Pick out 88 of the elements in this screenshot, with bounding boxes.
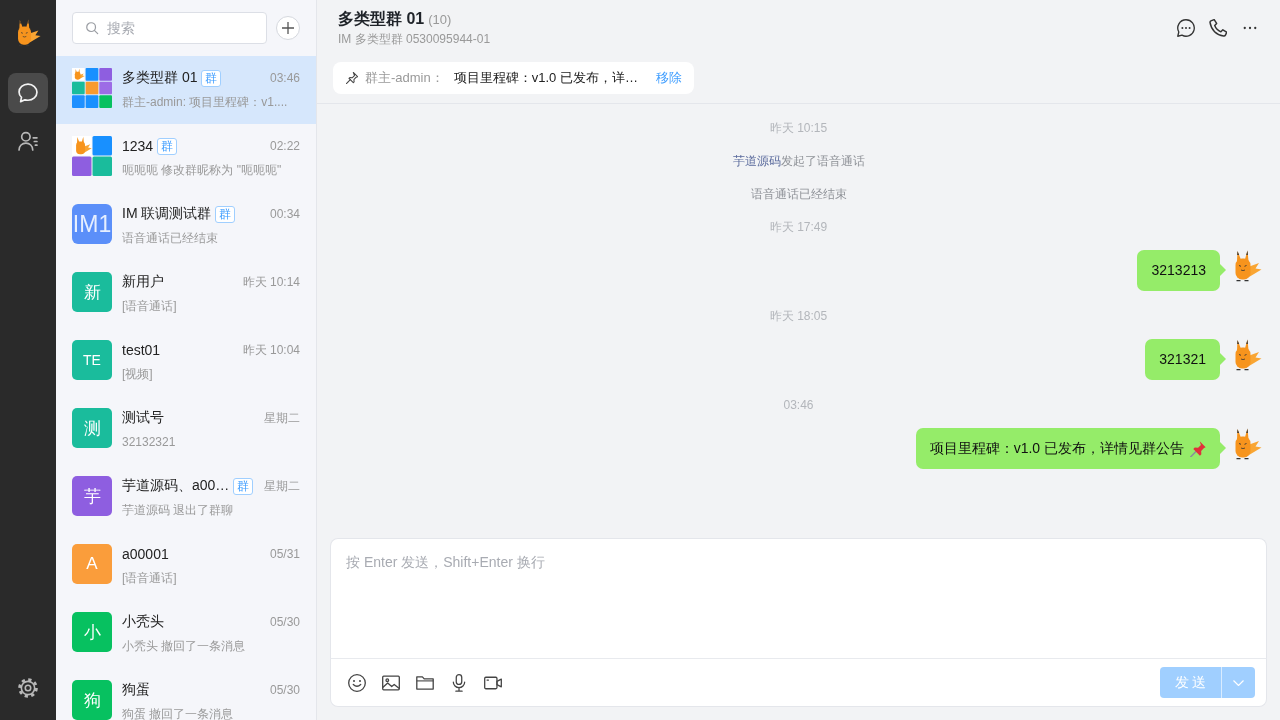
- timestamp: 昨天 17:49: [769, 219, 828, 236]
- message-preview: 语音通话已经结束: [122, 230, 219, 247]
- message-preview: 群主-admin: 项目里程碑：v1....: [122, 94, 289, 111]
- group-avatar-icon: [72, 136, 112, 176]
- group-avatar-icon: [72, 68, 112, 108]
- conversation-name: test01: [122, 342, 161, 358]
- system-message: 语音通话已经结束: [750, 186, 847, 203]
- conversation-time: 05/30: [268, 683, 300, 697]
- conversation-item[interactable]: 新 新用户 昨天 10:14 [语音通话]: [56, 260, 316, 328]
- search-icon: [85, 21, 99, 35]
- add-button[interactable]: [276, 16, 300, 40]
- chat-title: 多类型群 01: [338, 9, 425, 29]
- search-field[interactable]: 搜索: [72, 12, 267, 44]
- message-preview: 狗蛋 撤回了一条消息: [122, 706, 235, 720]
- conversation-item[interactable]: 狗 狗蛋 05/30 狗蛋 撤回了一条消息: [56, 668, 316, 720]
- group-tag: 群: [215, 205, 236, 223]
- conversation-name: 新用户: [122, 273, 164, 291]
- timestamp: 03:46: [783, 397, 814, 414]
- chat-bubble-icon: [18, 83, 38, 103]
- chat-subtitle: IM 多类型群 0530095944-01: [338, 31, 491, 47]
- conversation-item[interactable]: 1234 群 02:22 呃呃呃 修改群昵称为 "呃呃呃": [56, 124, 316, 192]
- message-preview: 32132321: [122, 434, 177, 451]
- conversation-time: 星期二: [263, 409, 300, 427]
- more-icon[interactable]: [1243, 26, 1257, 30]
- conversation-name: 小秃头: [122, 613, 164, 631]
- message-text: 3213213: [1151, 261, 1206, 280]
- conversation-name: a00001: [122, 546, 169, 562]
- conversation-item[interactable]: IM1 IM 联调测试群 群 00:34 语音通话已经结束: [56, 192, 316, 260]
- message-preview: [语音通话]: [122, 570, 178, 587]
- group-tag: 群: [201, 69, 222, 87]
- avatar: A: [72, 544, 112, 584]
- avatar: TE: [72, 340, 112, 380]
- conversation-time: 02:22: [268, 139, 300, 153]
- folder-icon[interactable]: [416, 673, 434, 692]
- conversation-name: 芋道源码、a00…: [122, 477, 230, 495]
- avatar: 芋: [72, 476, 112, 516]
- phone-icon[interactable]: [1209, 19, 1227, 37]
- message-preview: [视频]: [122, 366, 154, 383]
- conversation-time: 星期二: [263, 477, 300, 495]
- conversation-item[interactable]: TE test01 昨天 10:04 [视频]: [56, 328, 316, 396]
- avatar: 新: [72, 272, 112, 312]
- plus-icon: [282, 22, 294, 34]
- group-tag: 群: [233, 477, 254, 495]
- message-text: 321321: [1159, 350, 1206, 369]
- conversation-name: 多类型群 01: [122, 69, 198, 87]
- conversation-name: 1234: [122, 138, 154, 154]
- conversation-item[interactable]: 测 测试号 星期二 32132321: [56, 396, 316, 464]
- conversation-item[interactable]: 小 小秃头 05/30 小秃头 撤回了一条消息: [56, 600, 316, 668]
- chevron-down-icon: [1233, 679, 1244, 686]
- mascot-icon: [15, 18, 41, 48]
- conversation-name: IM 联调测试群: [122, 205, 212, 223]
- message-preview: 芋道源码 退出了群聊: [122, 502, 235, 519]
- avatar: 测: [72, 408, 112, 448]
- conversation-time: 昨天 10:14: [241, 273, 300, 291]
- message-input[interactable]: 按 Enter 发送，Shift+Enter 换行: [330, 538, 1267, 658]
- pinned-sender: 群主-admin：: [365, 69, 444, 87]
- message-preview: [语音通话]: [122, 298, 178, 315]
- group-tag: 群: [157, 137, 178, 155]
- settings-icon[interactable]: [18, 678, 38, 698]
- chat-bubble-icon[interactable]: [1177, 19, 1195, 37]
- avatar: 狗: [72, 680, 112, 720]
- message-preview: 呃呃呃 修改群昵称为 "呃呃呃": [122, 162, 283, 179]
- pinned-message-text: 项目里程碑：v1.0 已发布，详…: [453, 69, 638, 87]
- conversation-time: 05/31: [268, 547, 300, 561]
- conversation-time: 03:46: [268, 71, 300, 85]
- message-preview: 小秃头 撤回了一条消息: [122, 638, 247, 655]
- timestamp: 昨天 18:05: [769, 308, 828, 325]
- smile-icon[interactable]: [348, 673, 366, 692]
- timestamp: 昨天 10:15: [769, 120, 828, 137]
- conversation-item[interactable]: 多类型群 01 群 03:46 群主-admin: 项目里程碑：v1....: [56, 56, 316, 124]
- system-message: 芋道源码发起了语音通话: [732, 153, 865, 170]
- pushpin-icon: [346, 72, 358, 84]
- member-count: (10): [428, 12, 452, 27]
- contacts-icon: [18, 131, 38, 151]
- conversation-time: 昨天 10:04: [241, 341, 300, 359]
- avatar: 小: [72, 612, 112, 652]
- chats-nav-button[interactable]: [8, 73, 48, 113]
- conversation-item[interactable]: A a00001 05/31 [语音通话]: [56, 532, 316, 600]
- avatar: IM1: [72, 204, 112, 244]
- conversation-name: 测试号: [122, 409, 164, 427]
- image-icon[interactable]: [382, 673, 400, 692]
- microphone-icon[interactable]: [450, 673, 468, 692]
- user-link[interactable]: 芋道源码: [732, 154, 781, 168]
- conversation-name: 狗蛋: [122, 681, 150, 699]
- conversation-time: 00:34: [268, 207, 300, 221]
- conversation-time: 05/30: [268, 615, 300, 629]
- conversation-item[interactable]: 芋 芋道源码、a00… 群 星期二 芋道源码 退出了群聊: [56, 464, 316, 532]
- message-text: 项目里程碑：v1.0 已发布，详情见群公告: [929, 439, 1184, 458]
